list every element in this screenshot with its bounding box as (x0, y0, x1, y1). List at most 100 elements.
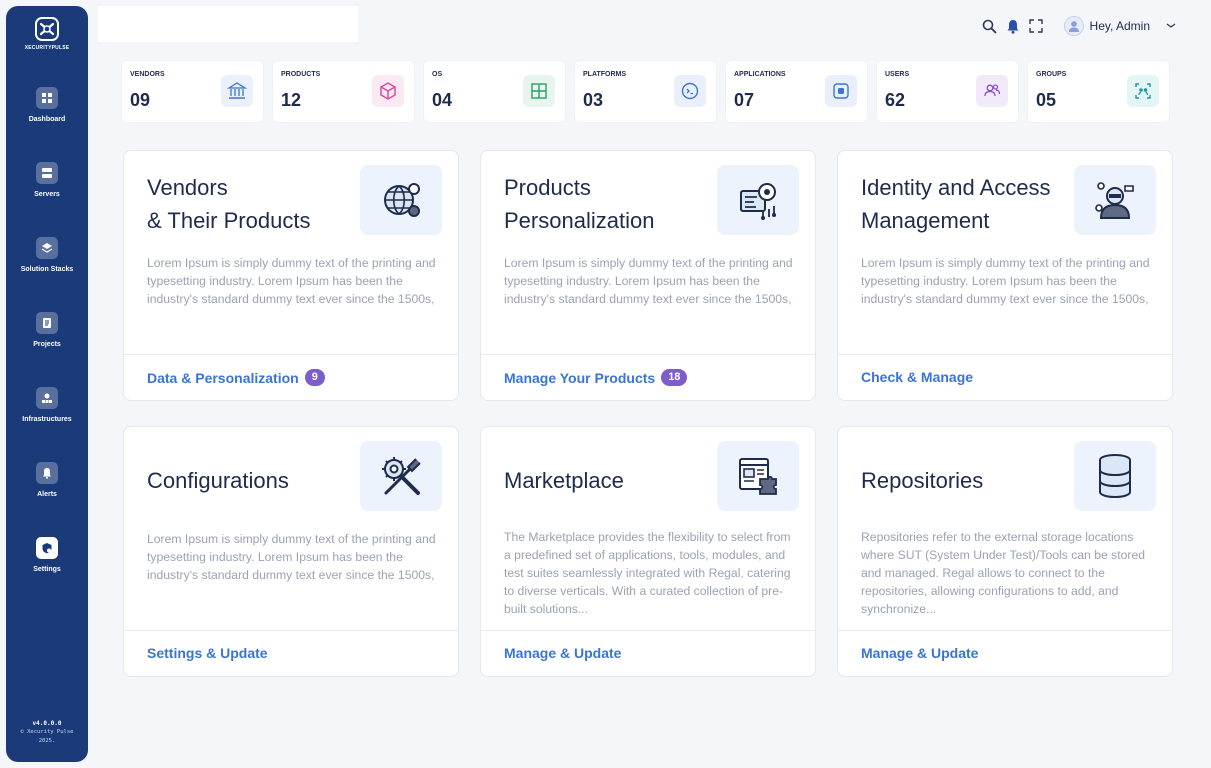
card-title-line: Products (504, 175, 591, 200)
card-title: Repositories (861, 464, 1081, 497)
sidebar-item-label: Dashboard (28, 116, 66, 123)
stats-row: VENDORS 09 PRODUCTS 12 OS 04 PLATFORMS 0… (122, 61, 1169, 122)
card-identity-access: Identity and Access Management Lorem Ips… (837, 150, 1173, 401)
card-link[interactable]: Data & Personalization 9 (147, 369, 325, 386)
card-link-label: Manage Your Products (504, 369, 656, 386)
sidebar-item-label: Settings (33, 566, 61, 573)
sidebar-item-projects[interactable]: Projects (6, 312, 88, 387)
network-globe-icon (360, 165, 442, 235)
card-title-line: Configurations (147, 468, 289, 493)
stat-value: 03 (583, 90, 604, 110)
count-badge: 9 (304, 369, 325, 386)
card-link[interactable]: Settings & Update (147, 645, 268, 661)
card-link-label: Manage & Update (504, 645, 622, 661)
stat-card-users[interactable]: USERS 62 (877, 61, 1018, 122)
stat-card-vendors[interactable]: VENDORS 09 (122, 61, 263, 122)
bell-icon[interactable] (1006, 19, 1020, 34)
card-title-line: & Their Products (147, 208, 311, 233)
card-link[interactable]: Manage & Update (504, 645, 621, 661)
brand[interactable]: XECURITYPULSE (25, 16, 70, 51)
avatar (1063, 16, 1084, 36)
product-settings-icon (717, 165, 799, 235)
server-icon (36, 162, 58, 184)
card-link[interactable]: Check & Manage (861, 369, 973, 385)
sidebar-item-servers[interactable]: Servers (6, 162, 88, 237)
card-title-line: Personalization (504, 208, 655, 233)
card-description: Lorem Ipsum is simply dummy text of the … (861, 256, 1150, 306)
sidebar-nav: Dashboard Servers Solution Stacks Projec… (6, 87, 88, 612)
sidebar-item-dashboard[interactable]: Dashboard (6, 87, 88, 162)
stat-value: 04 (432, 90, 453, 110)
tools-icon (360, 441, 442, 511)
card-title: Products Personalization (504, 171, 724, 237)
brand-logo-icon (35, 17, 59, 41)
card-description: Lorem Ipsum is simply dummy text of the … (147, 256, 436, 306)
card-title: Marketplace (504, 464, 724, 497)
card-description: Repositories refer to the external stora… (861, 530, 1146, 616)
sidebar-item-settings[interactable]: Settings (6, 537, 88, 612)
sidebar-item-label: Alerts (37, 491, 57, 498)
search-icon[interactable] (982, 19, 997, 34)
card-title-line: Vendors (147, 175, 228, 200)
settings-icon (36, 537, 58, 559)
card-description: Lorem Ipsum is simply dummy text of the … (504, 256, 793, 306)
copyright-year: 2025. (38, 738, 56, 744)
stat-label: PRODUCTS (281, 71, 321, 78)
app-icon (825, 75, 857, 107)
card-repositories: Repositories Repositories refer to the e… (837, 426, 1173, 677)
stat-label: OS (432, 71, 443, 78)
marketplace-icon (717, 441, 799, 511)
stat-card-platforms[interactable]: PLATFORMS 03 (575, 61, 716, 122)
user-menu[interactable]: Hey, Admin (1063, 16, 1178, 36)
card-title: Identity and Access Management (861, 171, 1081, 237)
card-title: Configurations (147, 464, 367, 497)
stat-label: VENDORS (130, 71, 165, 78)
sidebar-item-infrastructures[interactable]: Infrastructures (6, 387, 88, 462)
package-icon (372, 75, 404, 107)
fullscreen-icon[interactable] (1028, 19, 1043, 33)
stat-label: APPLICATIONS (734, 71, 786, 78)
stat-card-os[interactable]: OS 04 (424, 61, 565, 122)
stat-card-applications[interactable]: APPLICATIONS 07 (726, 61, 867, 122)
projects-icon (36, 312, 58, 334)
card-title-line: Identity and Access (861, 175, 1051, 200)
chevron-down-icon (1166, 23, 1176, 28)
stat-label: USERS (885, 71, 910, 78)
identity-user-icon (1074, 165, 1156, 235)
topbar: Hey, Admin (98, 6, 1208, 42)
app-version: v4.0.0.0 (32, 720, 62, 727)
stat-label: PLATFORMS (583, 71, 627, 78)
stat-value: 09 (130, 90, 151, 110)
database-icon (1074, 441, 1156, 511)
card-link[interactable]: Manage & Update (861, 645, 978, 661)
copyright: © Xecurity Pulse (20, 729, 74, 735)
windows-icon (523, 75, 555, 107)
alert-icon (36, 462, 58, 484)
count-badge: 18 (661, 369, 688, 386)
card-divider (481, 630, 815, 631)
card-title: Vendors & Their Products (147, 171, 367, 237)
platform-icon (674, 75, 706, 107)
card-link[interactable]: Manage Your Products 18 (504, 369, 688, 386)
sidebar-item-label: Solution Stacks (20, 266, 74, 273)
user-greeting: Hey, Admin (1089, 19, 1150, 33)
infrastructure-icon (36, 387, 58, 409)
card-divider (838, 630, 1172, 631)
card-description: Lorem Ipsum is simply dummy text of the … (147, 532, 436, 582)
sidebar-item-label: Servers (34, 191, 60, 198)
sidebar-item-alerts[interactable]: Alerts (6, 462, 88, 537)
card-vendors: Vendors & Their Products Lorem Ipsum is … (123, 150, 459, 401)
user-avatar-icon (1068, 21, 1079, 32)
stat-card-products[interactable]: PRODUCTS 12 (273, 61, 414, 122)
card-description: The Marketplace provides the flexibility… (504, 530, 791, 616)
bank-icon (221, 75, 253, 107)
sidebar-item-label: Projects (33, 341, 61, 348)
sidebar-item-solution-stacks[interactable]: Solution Stacks (6, 237, 88, 312)
stat-value: 07 (734, 90, 755, 110)
sidebar: XECURITYPULSE Dashboard Servers Solution… (6, 6, 88, 762)
card-title-line: Marketplace (504, 468, 624, 493)
stat-card-groups[interactable]: GROUPS 05 (1028, 61, 1169, 122)
stat-value: 12 (281, 90, 302, 110)
card-divider (124, 630, 458, 631)
card-divider (124, 354, 458, 355)
